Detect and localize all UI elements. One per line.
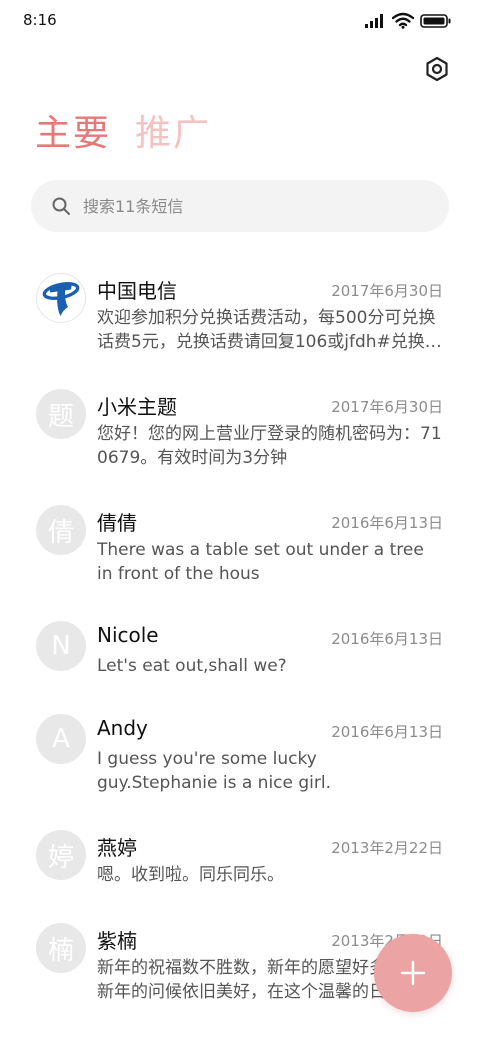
conversation-item[interactable]: 倩 倩倩 2016年6月13日 There was a table set ou… xyxy=(0,492,480,608)
conversation-item[interactable]: 婷 燕婷 2013年2月22日 嗯。收到啦。同乐同乐。 xyxy=(0,817,480,910)
search-icon xyxy=(52,197,70,215)
compose-button[interactable] xyxy=(374,934,452,1012)
conversation-name: Andy xyxy=(97,716,148,740)
signal-icon xyxy=(365,13,383,28)
status-icons xyxy=(364,12,452,29)
conversation-preview: Let's eat out,shall we? xyxy=(97,656,287,676)
conversation-date: 2017年6月30日 xyxy=(331,282,443,300)
conversation-preview: I guess you're some lucky guy.Stephanie … xyxy=(97,749,332,793)
wifi-icon xyxy=(392,12,414,29)
conversation-name: Nicole xyxy=(97,623,159,647)
conversation-name: 小米主题 xyxy=(97,395,177,419)
conversation-date: 2016年6月13日 xyxy=(331,514,443,532)
avatar: 楠 xyxy=(36,923,86,973)
conversation-date: 2013年2月22日 xyxy=(331,839,443,857)
conversation-item[interactable]: A Andy 2016年6月13日 I guess you're some lu… xyxy=(0,701,480,817)
conversation-date: 2016年6月13日 xyxy=(331,630,443,648)
search-bar[interactable] xyxy=(31,180,449,232)
avatar xyxy=(36,273,86,323)
tab-primary[interactable]: 主要 xyxy=(35,112,111,156)
avatar: 婷 xyxy=(36,830,86,880)
conversation-list: 中国电信 2017年6月30日 欢迎参加积分兑换话费活动，每500分可兑换话费5… xyxy=(0,260,480,1026)
settings-button[interactable] xyxy=(424,56,450,82)
conversation-item[interactable]: 题 小米主题 2017年6月30日 您好！您的网上营业厅登录的随机密码为：710… xyxy=(0,376,480,492)
avatar: A xyxy=(36,714,86,764)
conversation-date: 2016年6月13日 xyxy=(331,723,443,741)
conversation-name: 倩倩 xyxy=(97,511,137,535)
conversation-date: 2017年6月30日 xyxy=(331,398,443,416)
conversation-item[interactable]: N Nicole 2016年6月13日 Let's eat out,shall … xyxy=(0,608,480,701)
battery-icon xyxy=(420,13,451,28)
conversation-name: 紫楠 xyxy=(97,929,137,953)
settings-icon xyxy=(426,56,448,82)
conversation-item[interactable]: 中国电信 2017年6月30日 欢迎参加积分兑换话费活动，每500分可兑换话费5… xyxy=(0,260,480,376)
status-bar: 8:16 xyxy=(0,0,480,44)
conversation-preview: 您好！您的网上营业厅登录的随机密码为：710679。有效时间为3分钟 xyxy=(97,424,442,468)
conversation-preview: There was a table set out under a tree i… xyxy=(97,540,424,584)
conversation-preview: 嗯。收到啦。同乐同乐。 xyxy=(97,865,284,885)
tab-promotions[interactable]: 推广 xyxy=(135,112,211,156)
china-telecom-logo-icon xyxy=(42,282,80,316)
plus-icon xyxy=(400,960,426,986)
conversation-name: 燕婷 xyxy=(97,836,137,860)
avatar: N xyxy=(36,621,86,671)
status-time: 8:16 xyxy=(23,11,57,29)
avatar: 题 xyxy=(36,389,86,439)
tab-bar: 主要 推广 xyxy=(35,112,211,156)
avatar: 倩 xyxy=(36,505,86,555)
search-input[interactable] xyxy=(83,180,423,232)
conversation-name: 中国电信 xyxy=(97,279,177,303)
conversation-preview: 欢迎参加积分兑换话费活动，每500分可兑换话费5元，兑换话费请回复106或jfd… xyxy=(97,308,442,352)
